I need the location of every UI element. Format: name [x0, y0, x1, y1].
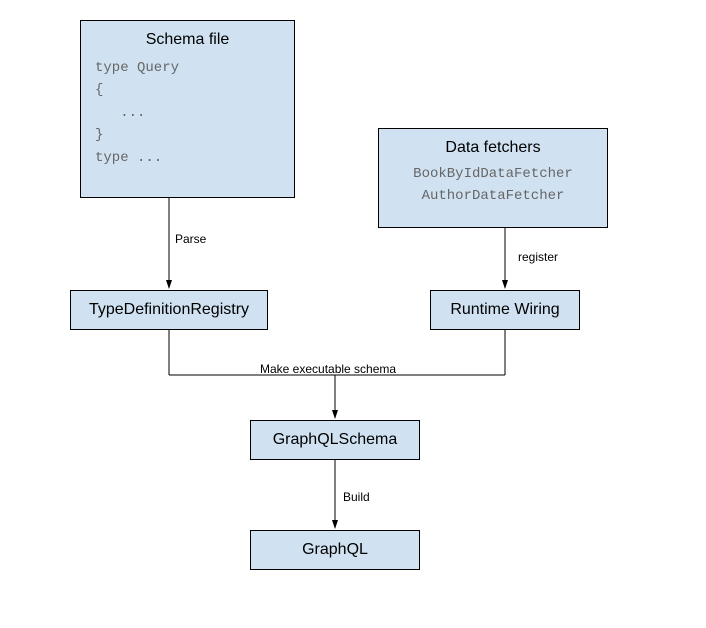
edge-label-build: Build: [343, 490, 370, 504]
node-label: Runtime Wiring: [450, 302, 559, 318]
node-graphql: GraphQL: [250, 530, 420, 570]
edge-label-register: register: [518, 250, 558, 264]
node-schema-file: Schema file type Query { ... } type ...: [80, 20, 295, 198]
node-code: type Query { ... } type ...: [81, 49, 294, 179]
node-data-fetchers: Data fetchers BookByIdDataFetcher Author…: [378, 128, 608, 228]
node-graphql-schema: GraphQLSchema: [250, 420, 420, 460]
edge-label-make-executable: Make executable schema: [260, 362, 396, 376]
node-title: Schema file: [81, 21, 294, 49]
node-title: Data fetchers: [379, 129, 607, 157]
node-label: GraphQLSchema: [273, 432, 398, 448]
node-runtime-wiring: Runtime Wiring: [430, 290, 580, 330]
node-label: GraphQL: [302, 542, 368, 558]
node-type-definition-registry: TypeDefinitionRegistry: [70, 290, 268, 330]
node-code: BookByIdDataFetcher AuthorDataFetcher: [379, 157, 607, 218]
edge-label-parse: Parse: [175, 232, 206, 246]
node-label: TypeDefinitionRegistry: [89, 302, 249, 318]
